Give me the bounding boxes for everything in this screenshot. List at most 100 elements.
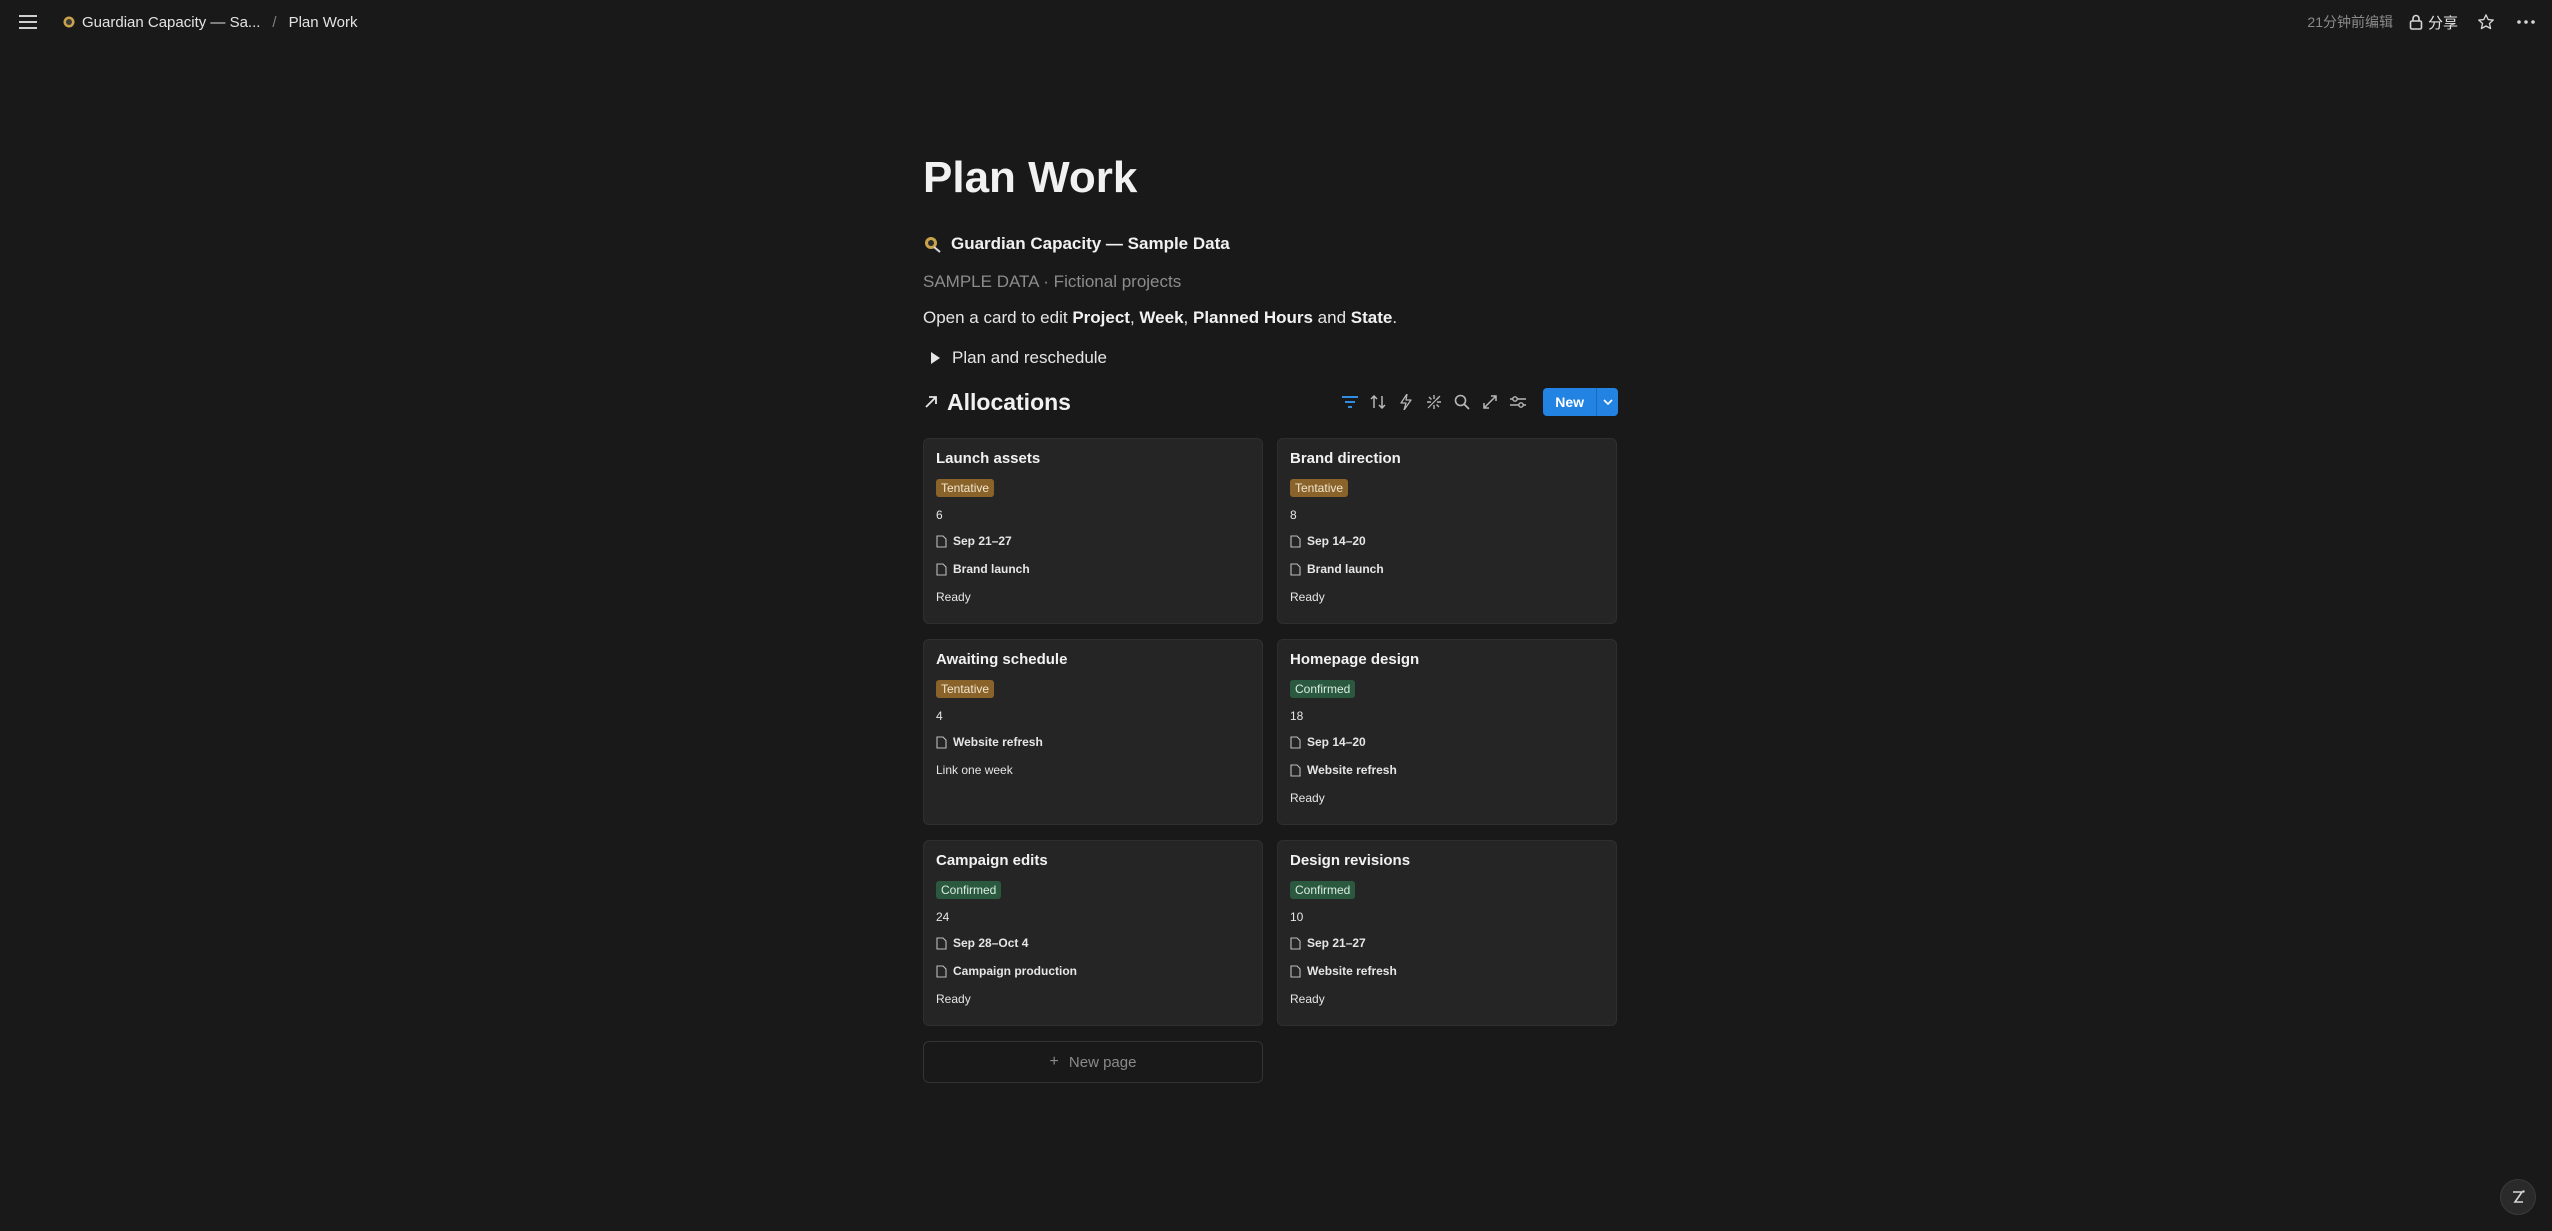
project-link[interactable]: Website refresh: [1290, 964, 1397, 978]
page-icon: [1290, 735, 1301, 749]
week-label: Sep 21–27: [953, 534, 1012, 548]
planned-hours: 8: [1290, 508, 1297, 522]
plan-reschedule-toggle[interactable]: Plan and reschedule: [923, 346, 1618, 370]
project-label: Website refresh: [1307, 964, 1397, 978]
sort-button[interactable]: [1369, 393, 1387, 411]
sparkle-off-icon: [1427, 395, 1442, 409]
instruction-text: Open a card to edit Project, Week, Plann…: [923, 308, 1398, 327]
page-icon: [1290, 964, 1301, 978]
filter-button[interactable]: [1341, 393, 1359, 411]
help-button[interactable]: [2500, 1179, 2536, 1215]
week-link[interactable]: Sep 28–Oct 4: [936, 936, 1028, 950]
plus-icon: +: [1049, 1053, 1059, 1070]
project-label: Website refresh: [1307, 763, 1397, 777]
page-content: Plan Work Guardian Capacity — Sample Dat…: [923, 150, 1618, 1083]
favorite-button[interactable]: [2474, 10, 2498, 34]
project-relation: Website refresh: [1290, 957, 1604, 985]
week-link[interactable]: Sep 14–20: [1290, 534, 1366, 548]
project-relation: Brand launch: [936, 555, 1250, 583]
help-icon: [2513, 1190, 2525, 1203]
week-label: Sep 21–27: [1307, 936, 1366, 950]
week-link[interactable]: Sep 21–27: [936, 534, 1012, 548]
project-relation: Website refresh: [1290, 756, 1604, 784]
star-icon: [2478, 14, 2494, 30]
more-options-button[interactable]: [2514, 10, 2538, 34]
project-link[interactable]: Brand launch: [1290, 562, 1384, 576]
page-icon: [936, 964, 947, 978]
allocation-card[interactable]: Homepage design Confirmed 18 Sep 14–20 W…: [1277, 639, 1617, 825]
capacity-emoji-icon: [925, 237, 941, 253]
page-emoji-icon: [63, 16, 75, 28]
allocation-card[interactable]: Design revisions Confirmed 10 Sep 21–27 …: [1277, 840, 1617, 1026]
planned-hours: 10: [1290, 910, 1304, 924]
new-dropdown-button[interactable]: [1596, 388, 1618, 416]
database-title: Allocations: [947, 388, 1071, 415]
allocation-card[interactable]: Awaiting schedule Tentative 4 Website re…: [923, 639, 1263, 825]
state-tag: Tentative: [1290, 479, 1349, 497]
breadcrumb-page[interactable]: Plan Work: [285, 11, 362, 34]
database-title-link[interactable]: Allocations: [923, 389, 1071, 416]
project-label: Brand launch: [1307, 562, 1384, 576]
project-link[interactable]: Website refresh: [936, 735, 1043, 749]
view-settings-button[interactable]: [1509, 393, 1527, 411]
week-label: Sep 14–20: [1307, 735, 1366, 749]
week-link[interactable]: Sep 14–20: [1290, 735, 1366, 749]
status-text: Ready: [936, 992, 971, 1006]
page-icon: [936, 562, 947, 576]
planned-hours: 18: [1290, 709, 1304, 723]
allocation-card[interactable]: Launch assets Tentative 6 Sep 21–27 Bran…: [923, 438, 1263, 624]
page-icon: [1290, 562, 1301, 576]
status-text: Link one week: [936, 763, 1013, 777]
project-link[interactable]: Brand launch: [936, 562, 1030, 576]
breadcrumb: Guardian Capacity — Sa... / Plan Work: [58, 11, 362, 34]
new-page-label: New page: [1068, 1053, 1137, 1071]
lock-icon: [2409, 14, 2423, 30]
week-relation: Sep 14–20: [1290, 527, 1604, 555]
linked-page[interactable]: Guardian Capacity — Sample Data: [923, 230, 1618, 258]
page-title[interactable]: Plan Work: [923, 150, 1618, 216]
card-title: Design revisions: [1290, 852, 1411, 869]
project-relation: Campaign production: [936, 957, 1250, 985]
planned-hours: 4: [936, 709, 943, 723]
toggle-label: Plan and reschedule: [952, 348, 1108, 367]
share-button[interactable]: 分享: [2409, 12, 2458, 33]
page-icon: [936, 936, 947, 950]
new-page-button[interactable]: + New page: [923, 1041, 1263, 1083]
status-text: Ready: [1290, 992, 1325, 1006]
breadcrumb-workspace[interactable]: Guardian Capacity — Sa...: [58, 11, 264, 34]
lightning-icon: [1400, 394, 1412, 410]
state-tag: Confirmed: [1290, 881, 1356, 899]
state-tag: Confirmed: [936, 881, 1002, 899]
status-text: Ready: [1290, 791, 1325, 805]
sort-icon: [1370, 395, 1386, 409]
week-link[interactable]: Sep 21–27: [1290, 936, 1366, 950]
project-link[interactable]: Website refresh: [1290, 763, 1397, 777]
project-relation: Website refresh: [936, 728, 1250, 756]
expand-button[interactable]: [1481, 393, 1499, 411]
week-relation: Sep 21–27: [936, 527, 1250, 555]
project-label: Website refresh: [953, 735, 1043, 749]
sidebar-menu-button[interactable]: [14, 8, 42, 36]
search-button[interactable]: [1453, 393, 1471, 411]
page-icon: [1290, 936, 1301, 950]
database-header: Allocations New: [923, 386, 1618, 418]
breadcrumb-workspace-label: Guardian Capacity — Sa...: [82, 13, 261, 31]
status-text: Ready: [936, 590, 971, 604]
project-label: Campaign production: [953, 964, 1077, 978]
hamburger-icon: [19, 15, 37, 29]
project-relation: Brand launch: [1290, 555, 1604, 583]
allocation-card[interactable]: Brand direction Tentative 8 Sep 14–20 Br…: [1277, 438, 1617, 624]
new-button[interactable]: New: [1543, 388, 1596, 416]
allocation-card[interactable]: Campaign edits Confirmed 24 Sep 28–Oct 4…: [923, 840, 1263, 1026]
card-title: Campaign edits: [936, 852, 1048, 869]
week-label: Sep 14–20: [1307, 534, 1366, 548]
gallery-grid: Launch assets Tentative 6 Sep 21–27 Bran…: [923, 438, 1618, 1026]
automation-button[interactable]: [1397, 393, 1415, 411]
week-relation: Sep 21–27: [1290, 929, 1604, 957]
week-relation: Sep 14–20: [1290, 728, 1604, 756]
project-link[interactable]: Campaign production: [936, 964, 1077, 978]
settings-sliders-icon: [1510, 396, 1527, 408]
ai-autofill-button[interactable]: [1425, 393, 1443, 411]
toggle-triangle-icon[interactable]: [931, 352, 940, 364]
share-label: 分享: [2427, 14, 2458, 32]
